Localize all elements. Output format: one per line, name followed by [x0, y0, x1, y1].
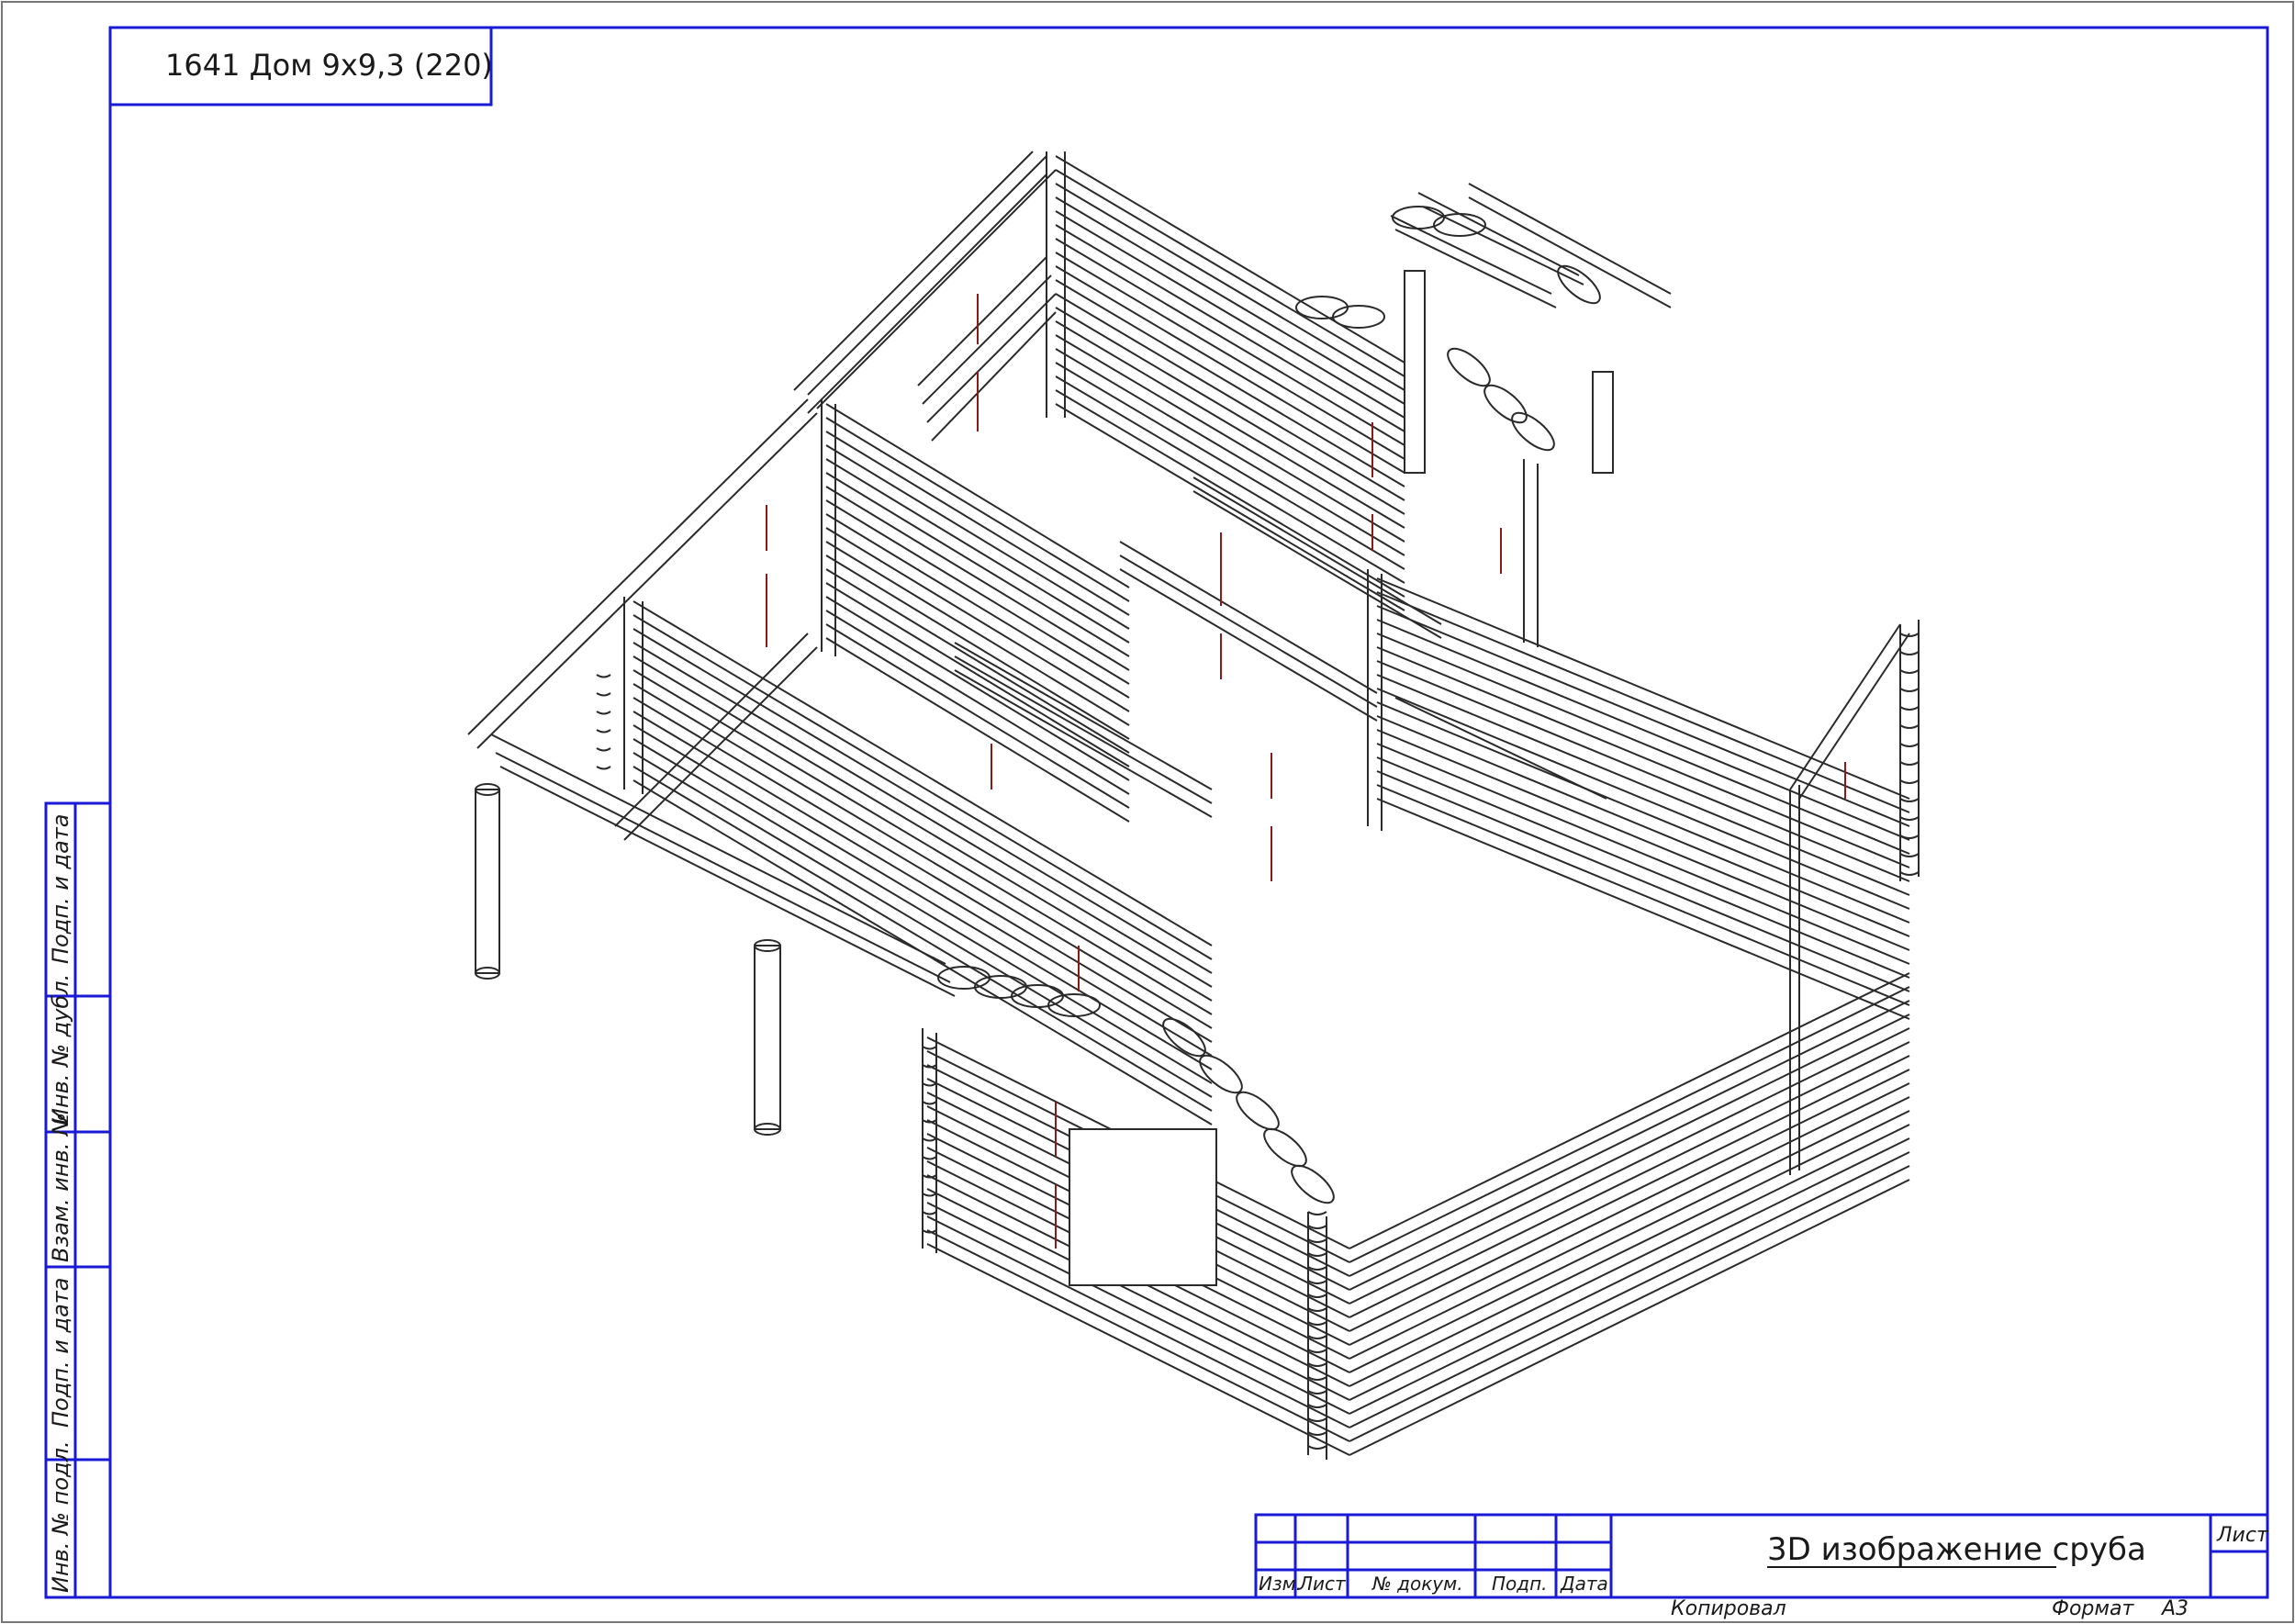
footer-format-label: Формат [2052, 1597, 2134, 1620]
entry-window [1069, 1128, 1217, 1286]
side-inv-n-podl: Инв. № подл. [48, 1440, 73, 1593]
log-house-3d-drawing [467, 151, 1920, 1460]
stamp-n-dokum: № докум. [1372, 1573, 1463, 1595]
wall-front-right [1349, 620, 1920, 1456]
porch-beam [467, 398, 956, 997]
stamp-data: Дата [1561, 1573, 1608, 1595]
stamp-sheet-label: Лист [2217, 1524, 2268, 1547]
wall-front-entry [922, 1028, 1350, 1460]
footer-copied: Копировал [1671, 1597, 1786, 1620]
stamp-izm: Изм. [1259, 1573, 1303, 1595]
red-dowels [766, 294, 1846, 1249]
side-vzam-inv-n: Взам. инв. № [48, 1113, 73, 1262]
wall-upper-left [793, 151, 1057, 442]
back-porch [1295, 183, 1672, 474]
stamp-list: Лист [1299, 1573, 1346, 1595]
side-inv-n-dubl: Инв. № дубл. [48, 973, 73, 1125]
side-podp-i-data-top: Подп. и дата [48, 813, 73, 965]
wall-back-left [1046, 151, 1405, 611]
project-title: 1641 Дом 9х9,3 (220) [165, 48, 493, 83]
drawing-sheet [1, 1, 2294, 1623]
drawing-title: 3D изображение сруба [1767, 1531, 2146, 1568]
wall-middle-left [821, 399, 1130, 823]
outer-border [1, 1, 2294, 1623]
wall-front-left [623, 597, 1213, 1126]
stamp-podp: Подп. [1492, 1573, 1548, 1595]
footer-format-value: А3 [2162, 1597, 2189, 1620]
side-podp-i-data-bottom: Подп. и дата [48, 1277, 73, 1428]
wall-right-long [1376, 577, 1910, 1020]
